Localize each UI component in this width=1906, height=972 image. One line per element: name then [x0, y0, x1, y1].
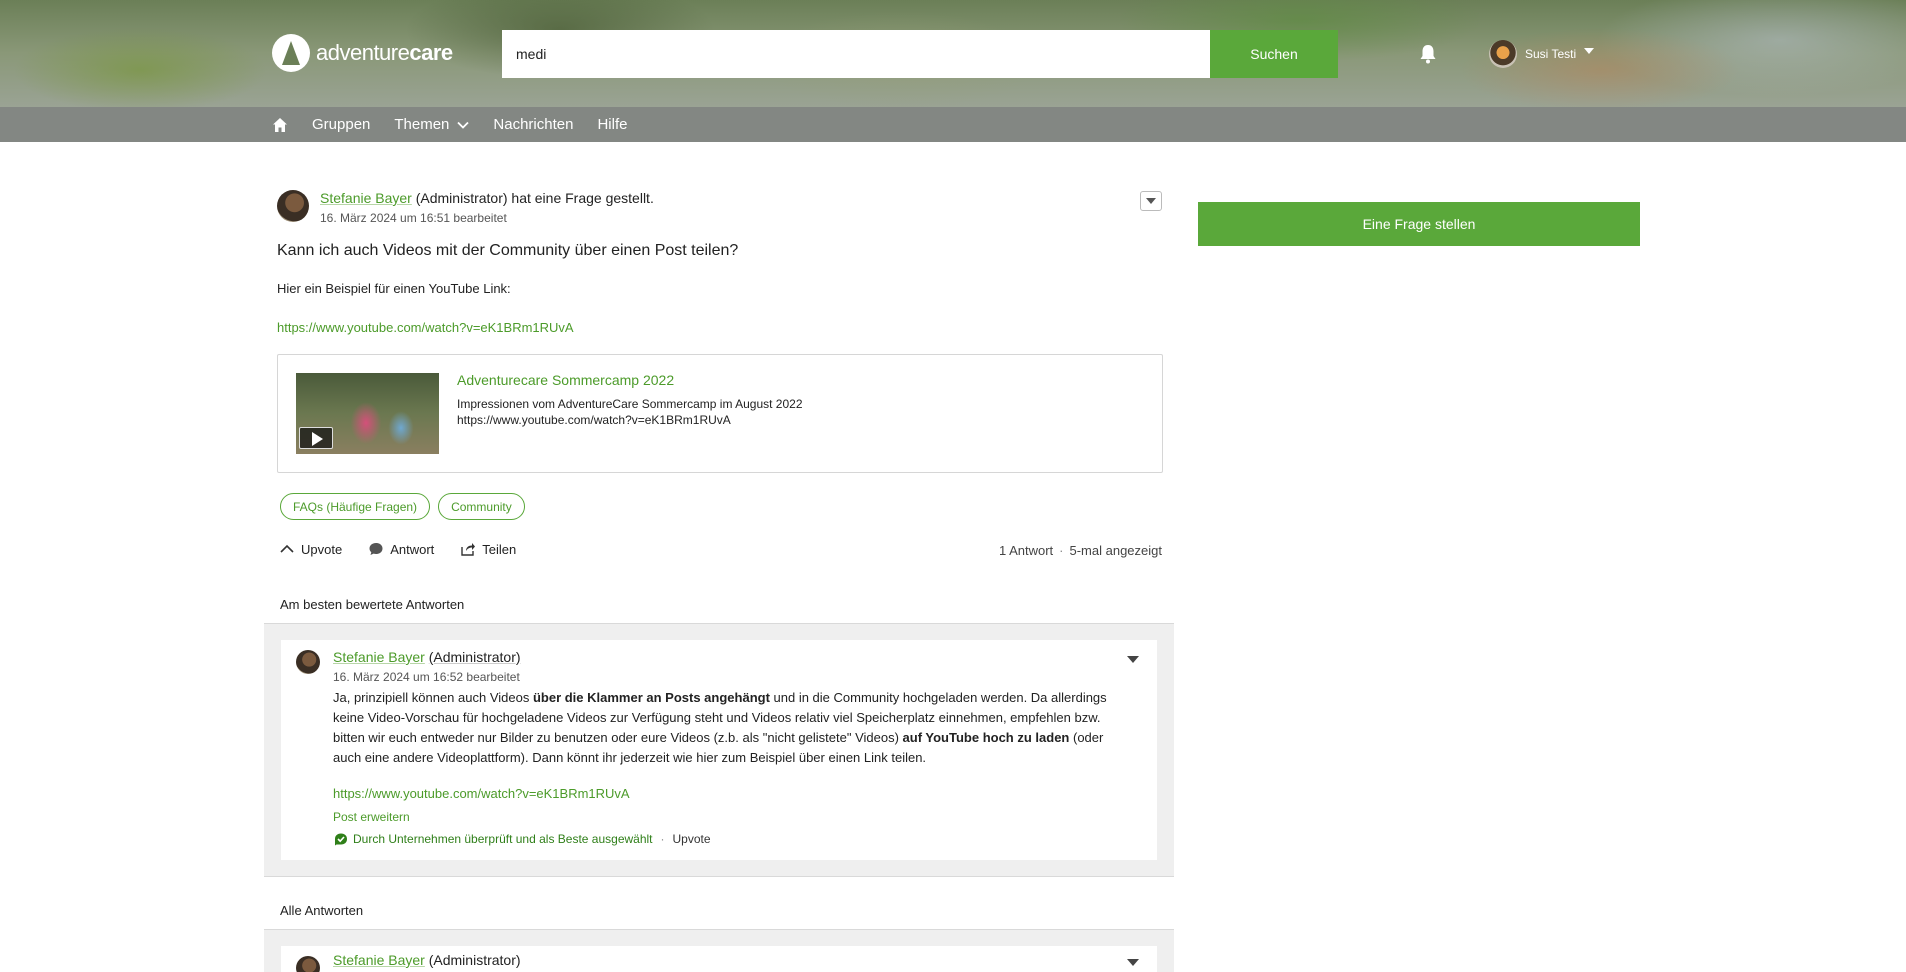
verified-check-icon — [335, 833, 347, 846]
answer-text: Ja, prinzipiell können auch Videos über … — [333, 690, 1107, 765]
answer-footer: Durch Unternehmen überprüft und als Best… — [333, 832, 711, 846]
ask-question-button[interactable]: Eine Frage stellen — [1198, 202, 1640, 246]
post-actions: Upvote Antwort Teilen — [279, 541, 516, 557]
upvote-button[interactable]: Upvote — [279, 541, 342, 557]
section-title-all-answers: Alle Antworten — [280, 903, 364, 918]
logo[interactable]: adventurecare — [272, 32, 453, 74]
answer-author: Stefanie Bayer (Administrator) — [333, 952, 521, 968]
tag-community[interactable]: Community — [438, 493, 525, 520]
nav-item-messages[interactable]: Nachrichten — [493, 116, 573, 133]
post-role-action: (Administrator) hat eine Frage gestellt. — [415, 190, 654, 206]
view-count: 5-mal angezeigt — [1069, 543, 1163, 558]
answer-button[interactable]: Antwort — [368, 541, 434, 557]
post-meta: Stefanie Bayer (Administrator) hat eine … — [320, 190, 654, 206]
nav-item-topics-label: Themen — [394, 116, 450, 133]
answer-author-link[interactable]: Stefanie Bayer — [333, 952, 425, 968]
main-nav: Gruppen Themen Nachrichten Hilfe — [0, 107, 1906, 142]
post-title: Kann ich auch Videos mit der Community ü… — [277, 242, 739, 259]
post-link[interactable]: https://www.youtube.com/watch?v=eK1BRm1R… — [277, 320, 574, 335]
upvote-label: Upvote — [301, 541, 343, 557]
post-menu-button[interactable] — [1140, 191, 1162, 211]
answer-author: Stefanie Bayer (Administrator) — [333, 649, 521, 665]
logo-text: adventurecare — [316, 40, 453, 65]
speech-bubble-icon — [369, 543, 383, 555]
logo-mark-icon — [272, 34, 310, 72]
answer-link[interactable]: https://www.youtube.com/watch?v=eK1BRm1R… — [333, 786, 630, 801]
answer-menu-chevron-icon[interactable] — [1127, 656, 1139, 663]
video-description: Impressionen vom AdventureCare Sommercam… — [457, 397, 803, 411]
answer-upvote-button[interactable]: Upvote — [673, 832, 711, 846]
video-thumbnail[interactable] — [296, 373, 439, 454]
user-name: Susi Testi — [1525, 47, 1577, 61]
nav-item-topics[interactable]: Themen — [394, 116, 470, 133]
post-author-avatar[interactable] — [277, 190, 309, 222]
nav-item-groups[interactable]: Gruppen — [312, 116, 370, 133]
avatar — [1489, 40, 1517, 68]
chevron-down-icon — [457, 121, 470, 129]
answer-author-avatar[interactable] — [296, 650, 320, 674]
bell-icon[interactable] — [1419, 44, 1437, 64]
stats-separator: · — [1059, 543, 1064, 558]
answer-author-link[interactable]: Stefanie Bayer — [333, 649, 425, 665]
nav-item-help[interactable]: Hilfe — [597, 116, 627, 133]
post-body: Hier ein Beispiel für einen YouTube Link… — [277, 281, 511, 296]
expand-post-link[interactable]: Post erweitern — [333, 810, 410, 824]
post-author-link[interactable]: Stefanie Bayer — [320, 190, 412, 206]
post-stats: 1 Antwort · 5-mal angezeigt — [999, 543, 1162, 558]
video-title[interactable]: Adventurecare Sommercamp 2022 — [457, 372, 674, 388]
chevron-down-icon — [1584, 48, 1595, 54]
search-input[interactable] — [502, 30, 1210, 78]
answer-author-role: (Administrator) — [428, 952, 521, 968]
header-banner: adventurecare Suchen Susi Testi — [0, 0, 1906, 107]
answer-menu-chevron-icon[interactable] — [1127, 959, 1139, 966]
topic-tags: FAQs (Häufige Fragen) Community — [280, 493, 525, 520]
answer-count[interactable]: 1 Antwort — [999, 543, 1053, 558]
answer-card: Stefanie Bayer (Administrator) — [281, 946, 1157, 972]
answer-date: 16. März 2024 um 16:52 bearbeitet — [333, 670, 520, 684]
share-button[interactable]: Teilen — [460, 541, 516, 557]
search-button[interactable]: Suchen — [1210, 30, 1338, 78]
answer-author-avatar[interactable] — [296, 956, 320, 972]
verified-label: Durch Unternehmen überprüft und als Best… — [353, 832, 653, 846]
answer-author-role: (Administrator) — [428, 649, 521, 665]
section-title-best-answers: Am besten bewertete Antworten — [280, 597, 465, 612]
user-menu[interactable]: Susi Testi — [1489, 40, 1595, 68]
chevron-down-icon — [1146, 198, 1156, 204]
answer-label: Antwort — [390, 541, 435, 557]
play-icon[interactable] — [299, 427, 333, 449]
chevron-up-icon — [280, 544, 294, 553]
share-icon — [461, 543, 476, 556]
tag-faqs[interactable]: FAQs (Häufige Fragen) — [280, 493, 431, 520]
video-preview-card[interactable]: Adventurecare Sommercamp 2022 Impression… — [277, 354, 1163, 473]
video-url: https://www.youtube.com/watch?v=eK1BRm1R… — [457, 413, 731, 427]
post-date: 16. März 2024 um 16:51 bearbeitet — [320, 211, 507, 225]
home-icon[interactable] — [272, 117, 288, 133]
answer-card: Stefanie Bayer (Administrator) 16. März … — [281, 640, 1157, 860]
footer-separator: · — [660, 832, 665, 846]
share-label: Teilen — [482, 541, 517, 557]
